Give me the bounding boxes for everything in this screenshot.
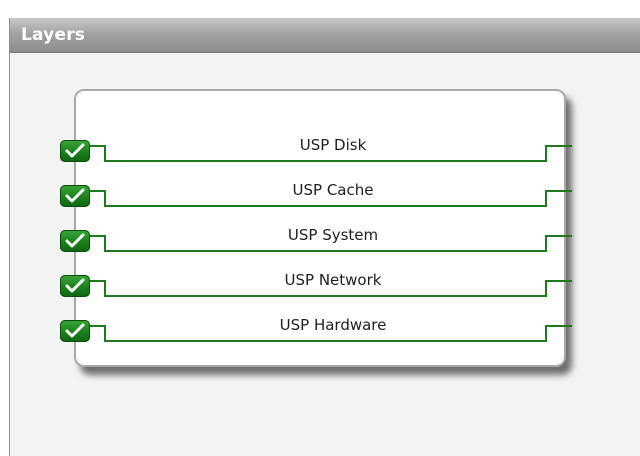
panel-titlebar: Layers <box>10 18 640 53</box>
layer-checkbox[interactable] <box>60 275 90 297</box>
layer-label[interactable]: USP Cache <box>98 181 568 199</box>
layer-checkbox[interactable] <box>60 320 90 342</box>
layer-label[interactable]: USP Hardware <box>98 316 568 334</box>
layer-label[interactable]: USP Network <box>98 271 568 289</box>
layer-checkbox[interactable] <box>60 230 90 252</box>
layer-row[interactable]: USP Hardware <box>58 314 578 348</box>
checkmark-icon <box>65 188 85 203</box>
checkmark-icon <box>65 278 85 293</box>
layer-checkbox[interactable] <box>60 185 90 207</box>
layer-row[interactable]: USP Cache <box>58 179 578 213</box>
layer-label[interactable]: USP Disk <box>98 136 568 154</box>
layer-row[interactable]: USP System <box>58 224 578 258</box>
layer-row[interactable]: USP Network <box>58 269 578 303</box>
checkmark-icon <box>65 143 85 158</box>
checkmark-icon <box>65 323 85 338</box>
layer-checkbox[interactable] <box>60 140 90 162</box>
panel-title: Layers <box>21 25 86 45</box>
checkmark-icon <box>65 233 85 248</box>
layer-label[interactable]: USP System <box>98 226 568 244</box>
layer-row[interactable]: USP Disk <box>58 134 578 168</box>
